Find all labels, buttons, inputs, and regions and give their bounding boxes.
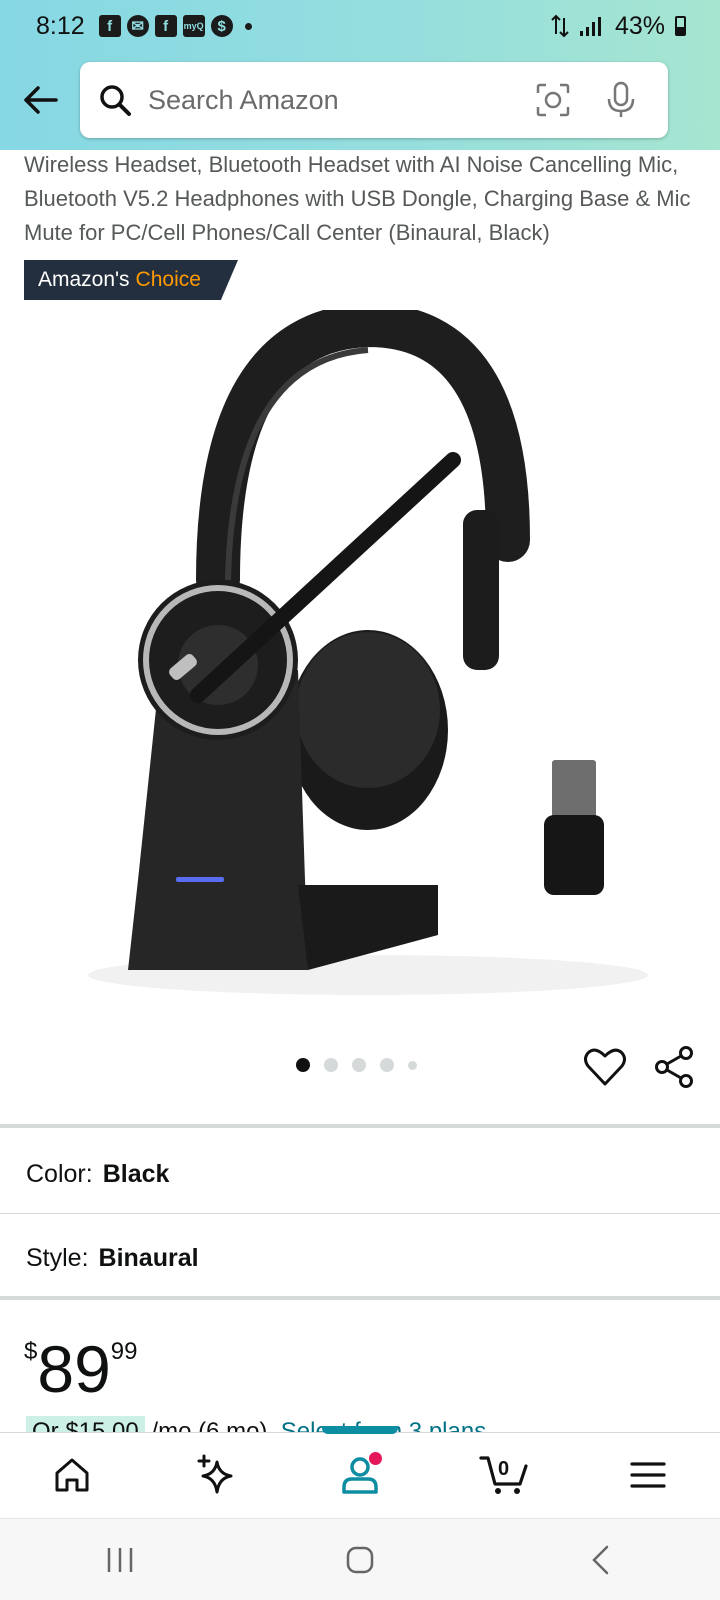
color-value: Black <box>102 1160 170 1188</box>
notification-icons: f ✉ f myQ $ <box>98 15 252 37</box>
nav-account[interactable] <box>320 1425 400 1510</box>
badge-prefix: Amazon's <box>38 268 130 291</box>
badge-suffix: Choice <box>135 268 201 291</box>
nav-home[interactable] <box>32 1440 112 1510</box>
bottom-navigation: 0 <box>0 1425 720 1516</box>
section-divider <box>0 1296 720 1300</box>
amazons-choice-badge[interactable]: Amazon's Choice <box>24 260 238 300</box>
recent-apps-button[interactable] <box>80 1530 160 1590</box>
back-button[interactable] <box>0 60 80 140</box>
signal-icon <box>579 17 601 36</box>
product-title[interactable]: Wireless Headset, Bluetooth Headset with… <box>24 148 704 250</box>
voice-search-button[interactable] <box>596 75 646 125</box>
price-fraction: 99 <box>110 1338 138 1365</box>
lens-icon <box>536 83 570 117</box>
nav-cart[interactable]: 0 <box>464 1440 544 1510</box>
battery-icon <box>675 16 686 36</box>
price-whole: 89 <box>37 1332 111 1406</box>
back-system-button[interactable] <box>560 1530 640 1590</box>
color-label: Color: <box>26 1160 93 1188</box>
heart-icon <box>584 1048 626 1086</box>
section-divider <box>0 1124 720 1128</box>
carousel-dot[interactable] <box>408 1060 417 1070</box>
arrow-left-icon <box>24 86 58 114</box>
microphone-icon <box>607 81 635 117</box>
nav-menu[interactable] <box>608 1440 688 1510</box>
style-label: Style: <box>26 1244 89 1272</box>
carousel-dot[interactable] <box>324 1058 338 1072</box>
color-selector[interactable]: Color: Black <box>26 1160 169 1189</box>
home-square-icon <box>346 1546 374 1573</box>
myq-icon: myQ <box>182 15 205 37</box>
carousel-dot[interactable] <box>380 1058 394 1072</box>
more-notifications-icon <box>244 22 252 30</box>
share-icon <box>655 1046 693 1088</box>
row-divider <box>0 1213 720 1214</box>
carousel-dot[interactable] <box>296 1058 310 1072</box>
system-navigation-bar <box>0 1518 720 1600</box>
data-transfer-icon <box>551 14 569 38</box>
price: $ 89 99 <box>24 1332 137 1402</box>
nav-ai[interactable] <box>176 1440 256 1510</box>
cart-count: 0 <box>498 1457 510 1480</box>
style-selector[interactable]: Style: Binaural <box>26 1244 199 1273</box>
price-symbol: $ <box>24 1338 38 1365</box>
add-to-wishlist-button[interactable] <box>582 1044 628 1090</box>
style-value: Binaural <box>98 1244 199 1272</box>
menu-icon <box>630 1461 666 1488</box>
chevron-left-icon <box>592 1545 609 1574</box>
home-button[interactable] <box>320 1530 400 1590</box>
status-bar: 8:12 f ✉ f myQ $ 43% <box>0 0 720 52</box>
facebook-icon: f <box>98 15 121 37</box>
messenger-icon: ✉ <box>126 15 149 37</box>
carousel-dot[interactable] <box>352 1058 366 1072</box>
battery-percentage: 43% <box>614 11 665 40</box>
product-image[interactable] <box>68 310 650 1000</box>
search-header <box>0 52 720 148</box>
search-input[interactable] <box>148 84 510 116</box>
search-icon <box>100 85 131 116</box>
facebook-icon: f <box>154 15 177 37</box>
status-time: 8:12 <box>36 11 85 40</box>
image-carousel-dots[interactable] <box>296 1058 417 1072</box>
payment-icon: $ <box>210 15 233 37</box>
search-bar[interactable] <box>80 62 668 138</box>
share-button[interactable] <box>652 1044 698 1090</box>
camera-search-button[interactable] <box>528 75 578 125</box>
home-icon <box>55 1458 89 1491</box>
notification-dot <box>369 1451 382 1465</box>
recent-apps-icon <box>107 1547 133 1572</box>
sparkle-icon <box>197 1454 233 1493</box>
